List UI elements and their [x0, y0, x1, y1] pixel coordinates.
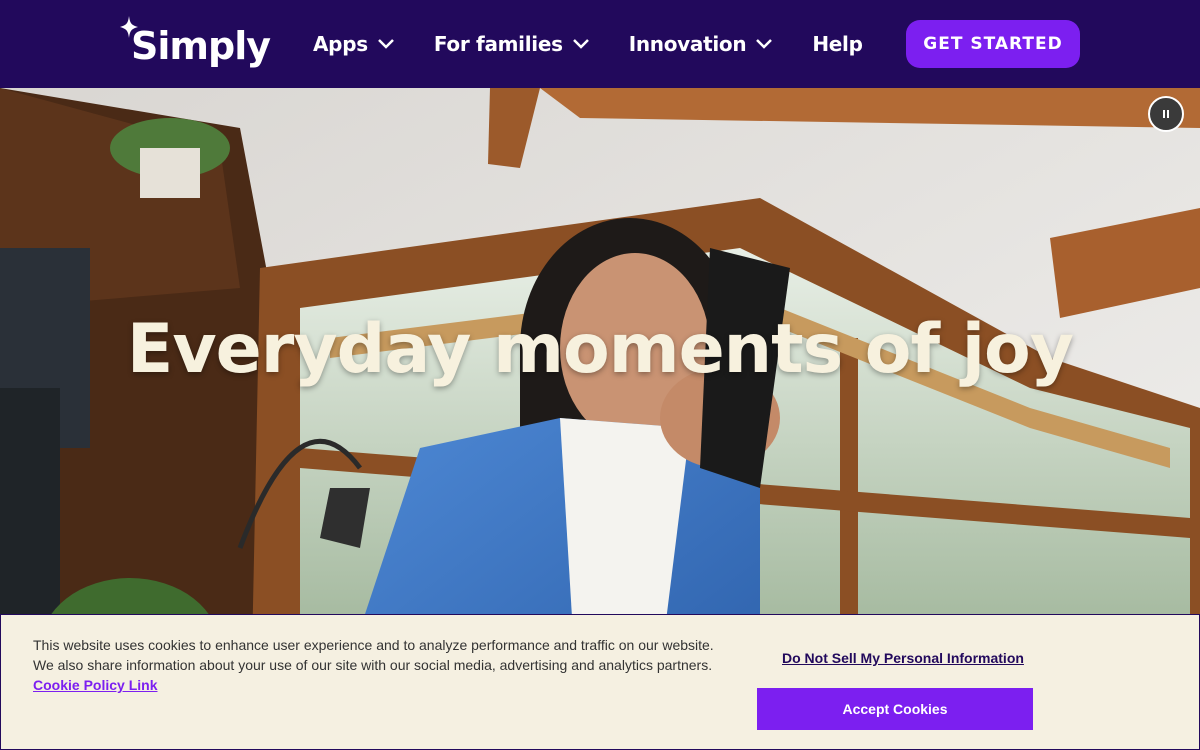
nav-item-help[interactable]: Help	[812, 32, 863, 56]
cookie-text-block: This website uses cookies to enhance use…	[33, 635, 723, 695]
nav-item-label: For families	[433, 32, 563, 56]
nav-item-label: Apps	[313, 32, 368, 56]
main-nav: Apps For families Innovation Help	[313, 0, 903, 88]
nav-item-innovation[interactable]: Innovation	[629, 32, 773, 56]
cookie-policy-link[interactable]: Cookie Policy Link	[33, 677, 157, 693]
nav-item-apps[interactable]: Apps	[313, 32, 394, 56]
pause-button[interactable]	[1148, 96, 1184, 132]
chevron-down-icon	[377, 39, 394, 49]
chevron-down-icon	[756, 39, 773, 49]
do-not-sell-link[interactable]: Do Not Sell My Personal Information	[782, 650, 1024, 666]
simply-logo[interactable]: Simply	[120, 16, 271, 72]
chevron-down-icon	[572, 39, 589, 49]
logo-text: Simply	[131, 24, 271, 68]
nav-item-label: Innovation	[628, 32, 747, 56]
site-header: Simply Apps For families Innovation Help…	[0, 0, 1200, 88]
accept-cookies-button[interactable]: Accept Cookies	[757, 688, 1033, 730]
nav-item-label: Help	[812, 32, 863, 56]
cookie-description: This website uses cookies to enhance use…	[33, 637, 714, 673]
get-started-button[interactable]: GET STARTED	[906, 20, 1080, 68]
nav-item-for-families[interactable]: For families	[434, 32, 589, 56]
hero-title: Everyday moments of joy	[126, 310, 1074, 389]
pause-icon	[1163, 110, 1169, 118]
cookie-banner: This website uses cookies to enhance use…	[0, 614, 1200, 750]
